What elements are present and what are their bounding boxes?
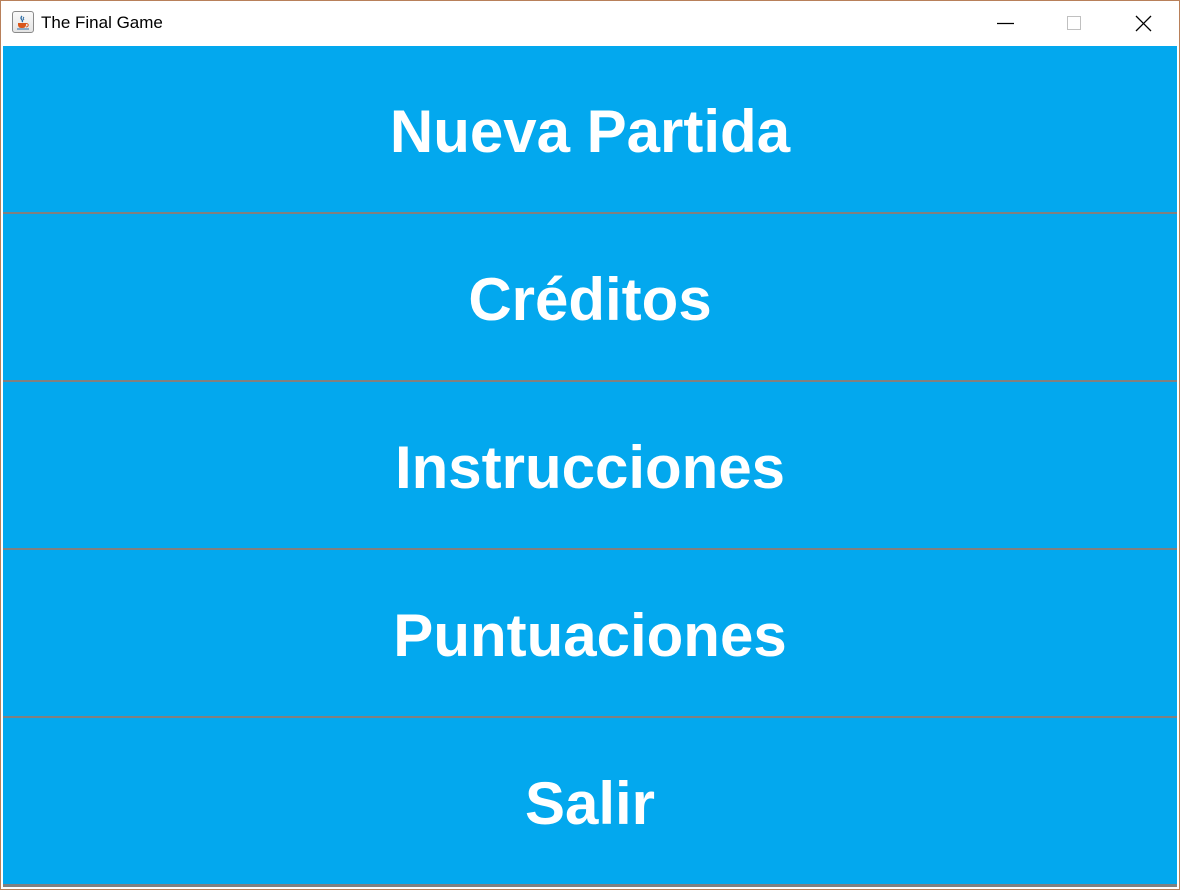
scores-button[interactable]: Puntuaciones [3,550,1177,716]
main-menu: Nueva Partida Créditos Instrucciones Pun… [3,46,1177,887]
java-cup-icon[interactable] [12,11,34,33]
instructions-label: Instrucciones [394,433,786,501]
instructions-button[interactable]: Instrucciones [3,382,1177,548]
window-title: The Final Game [41,13,163,32]
maximize-button[interactable] [1040,1,1110,46]
exit-label: Salir [524,769,656,837]
close-icon [1135,15,1152,32]
maximize-icon [1067,16,1081,30]
credits-button[interactable]: Créditos [3,214,1177,380]
title-bar[interactable]: The Final Game [1,1,1179,46]
scores-label: Puntuaciones [393,601,787,669]
credits-label: Créditos [468,265,712,333]
close-button[interactable] [1109,1,1179,46]
exit-button[interactable]: Salir [3,718,1177,884]
minimize-icon [997,22,1014,25]
minimize-button[interactable] [971,1,1041,46]
new-game-button[interactable]: Nueva Partida [3,46,1177,212]
app-window: The Final Game Nueva Partida Créditos In… [0,0,1180,890]
new-game-label: Nueva Partida [389,97,791,165]
